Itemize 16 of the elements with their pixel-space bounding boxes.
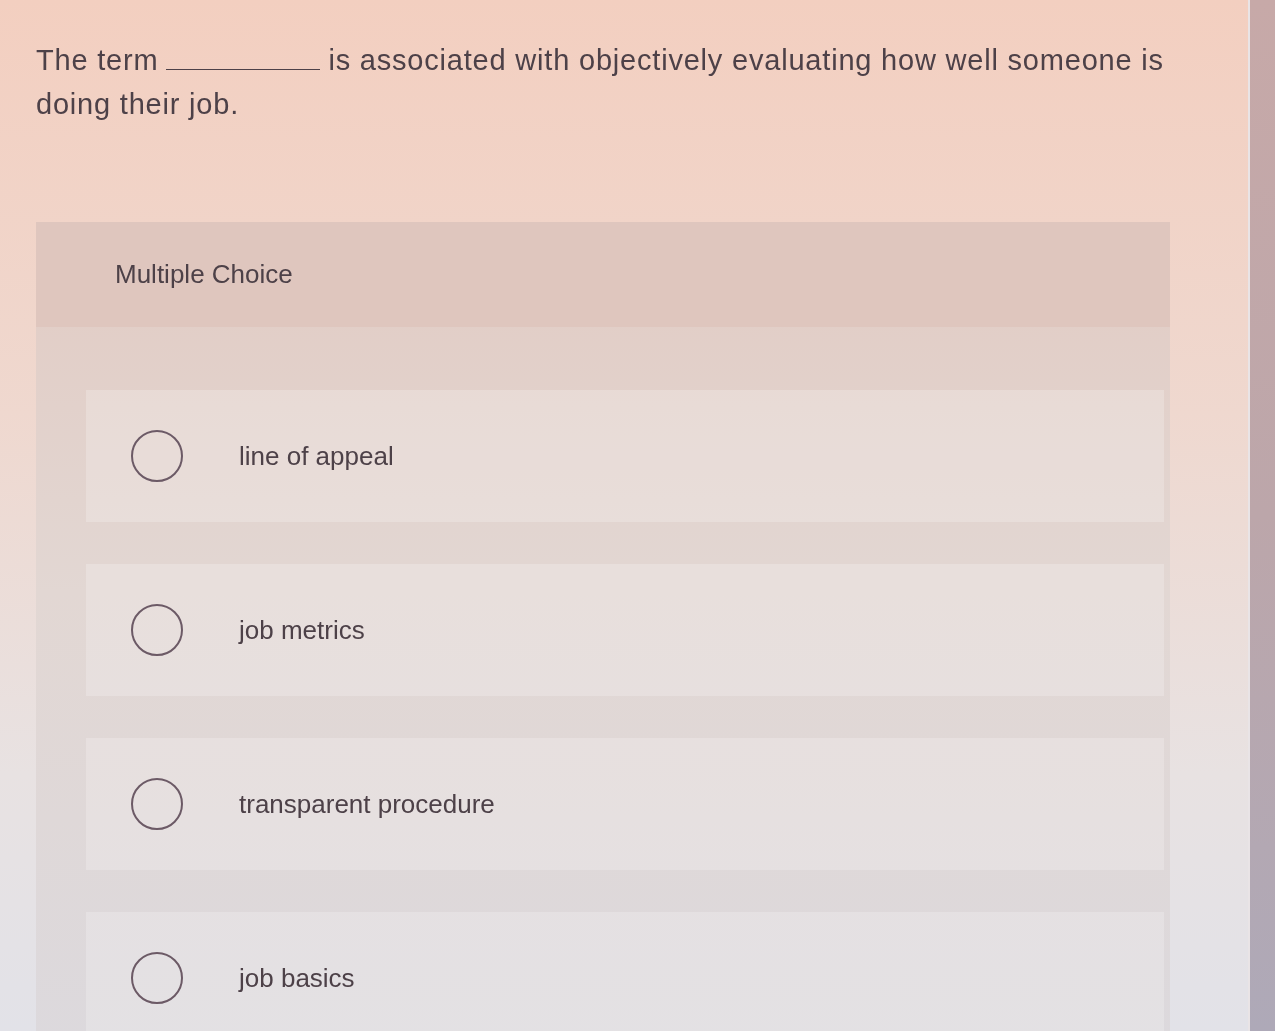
answer-option-row[interactable]: job metrics	[86, 564, 1164, 696]
answer-option-row[interactable]: line of appeal	[86, 390, 1164, 522]
radio-button[interactable]	[131, 430, 183, 482]
radio-button[interactable]	[131, 604, 183, 656]
option-label[interactable]: transparent procedure	[239, 788, 495, 820]
question-text: The term	[36, 43, 159, 78]
question-text: doing their job.	[36, 87, 240, 122]
answer-option-row[interactable]: job basics	[86, 912, 1164, 1031]
radio-button[interactable]	[131, 952, 183, 1004]
question-type-label: Multiple Choice	[115, 259, 293, 290]
question-text: is associated with objectively evaluating how well someone is	[328, 43, 1164, 78]
answer-option-row[interactable]: transparent procedure	[86, 738, 1164, 870]
option-label[interactable]: job basics	[239, 962, 355, 994]
option-label[interactable]: line of appeal	[239, 440, 394, 472]
radio-button[interactable]	[131, 778, 183, 830]
option-label[interactable]: job metrics	[239, 614, 365, 646]
